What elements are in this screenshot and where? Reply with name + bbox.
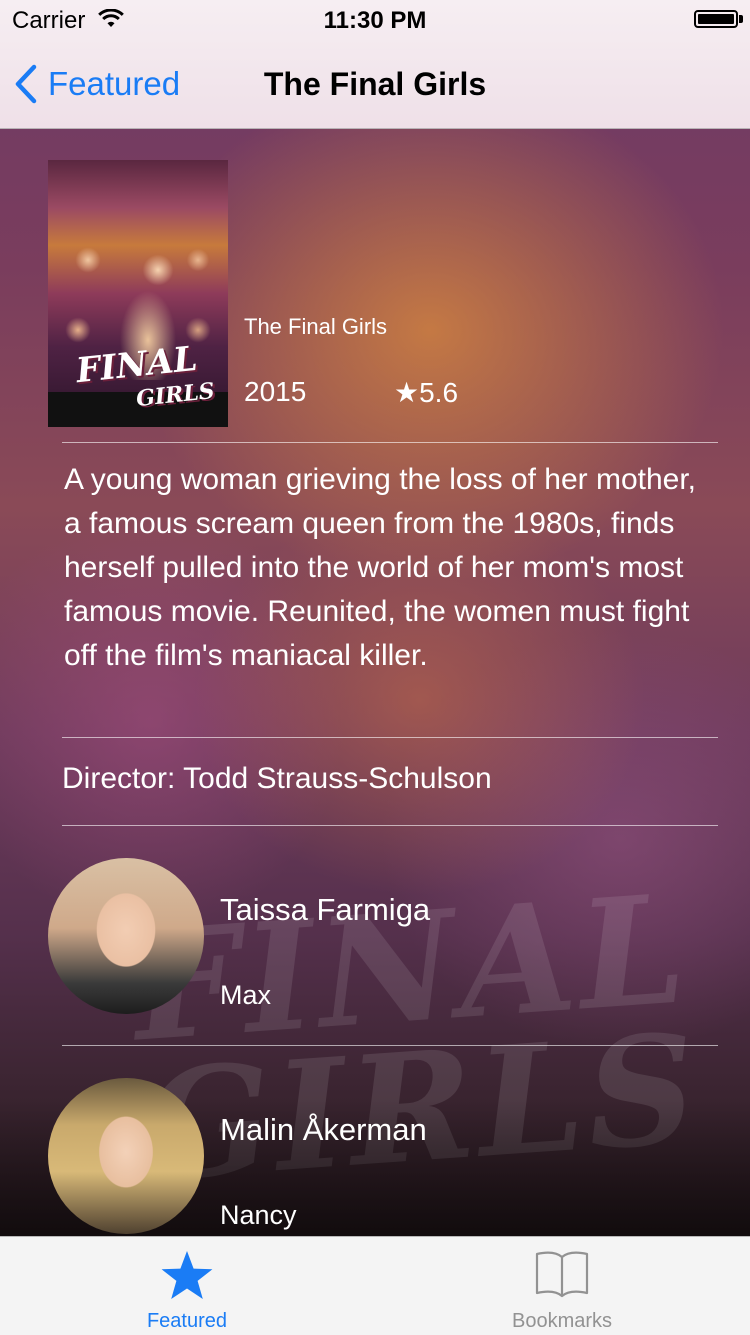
- tab-featured-label: Featured: [146, 1310, 228, 1332]
- cast-role: Nancy: [220, 1200, 297, 1230]
- cast-avatar: [48, 1078, 204, 1234]
- cast-avatar: [48, 858, 204, 1014]
- cast-name: Malin Åkerman: [220, 1112, 427, 1147]
- cast-name: Taissa Farmiga: [220, 892, 431, 927]
- divider: [62, 1045, 718, 1046]
- movie-poster: FINAL GIRLS: [48, 160, 228, 427]
- battery-icon: [694, 10, 738, 28]
- divider: [62, 442, 718, 443]
- divider: [62, 737, 718, 738]
- tab-bookmarks[interactable]: Bookmarks: [462, 1237, 662, 1335]
- movie-year: 2015: [244, 376, 307, 407]
- status-bar: Carrier 11:30 PM: [0, 0, 750, 40]
- movie-rating: ★5.6: [394, 377, 459, 408]
- status-time: 11:30 PM: [323, 7, 427, 34]
- movie-synopsis: A young woman grieving the loss of her m…: [64, 463, 697, 672]
- star-icon: [161, 1251, 213, 1299]
- divider: [62, 825, 718, 826]
- cast-list-item[interactable]: Malin Åkerman Nancy: [0, 1068, 750, 1236]
- movie-detail-content[interactable]: FINAL GIRLS The Final Girls 2015 ★5.6 A …: [0, 128, 750, 1236]
- movie-director: Director: Todd Strauss-Schulson: [62, 762, 492, 795]
- battery-tip: [739, 15, 743, 23]
- tab-featured[interactable]: Featured: [87, 1237, 287, 1335]
- top-bar: Carrier 11:30 PM Featured The Final Girl…: [0, 0, 750, 129]
- navigation-bar: Featured The Final Girls: [0, 40, 750, 128]
- cast-role: Max: [220, 980, 272, 1010]
- page-title: The Final Girls: [263, 66, 487, 102]
- book-icon: [535, 1251, 589, 1298]
- movie-title: The Final Girls: [244, 314, 388, 339]
- cast-list-item[interactable]: Taissa Farmiga Max: [0, 848, 750, 1028]
- tab-bookmarks-label: Bookmarks: [511, 1310, 613, 1332]
- tab-bar: Featured Bookmarks: [0, 1236, 750, 1335]
